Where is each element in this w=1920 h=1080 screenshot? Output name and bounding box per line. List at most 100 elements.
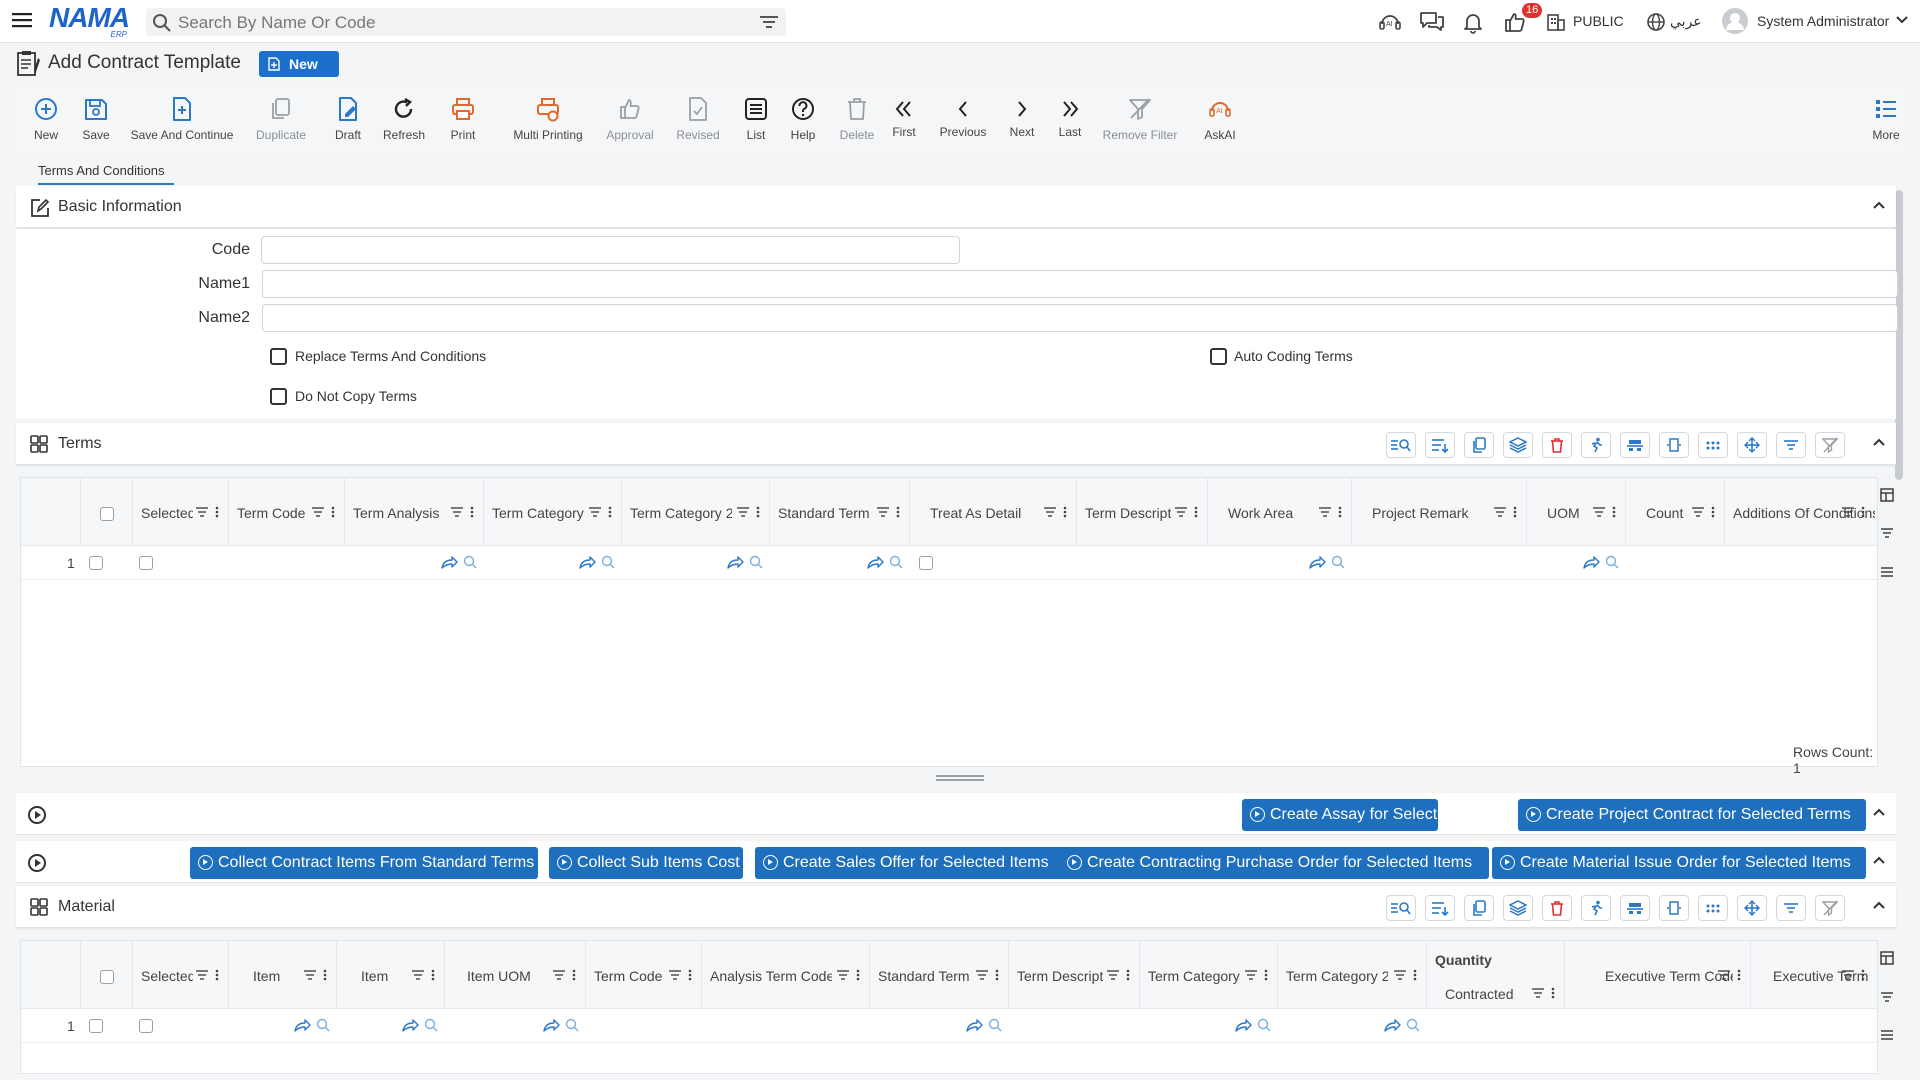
- name2-input[interactable]: [262, 304, 1898, 332]
- column-filter-icon[interactable]: [1493, 506, 1507, 518]
- search-input[interactable]: Search By Name Or Code: [178, 13, 375, 33]
- column-filter-icon[interactable]: [303, 969, 317, 981]
- previous-button[interactable]: Previous: [934, 86, 992, 152]
- delete-rows-icon[interactable]: [1542, 895, 1572, 921]
- column-header[interactable]: Term Category 2: [1278, 941, 1427, 1009]
- column-filter-icon[interactable]: [1592, 506, 1606, 518]
- column-menu-icon[interactable]: [688, 969, 692, 981]
- treat-as-detail-checkbox[interactable]: [919, 556, 933, 570]
- avatar[interactable]: [1721, 7, 1749, 35]
- selected-cell-checkbox[interactable]: [139, 556, 153, 570]
- copy-rows-icon[interactable]: [1464, 895, 1494, 921]
- collect-contract-items-button[interactable]: Collect Contract Items From Standard Ter…: [190, 847, 538, 879]
- lookup-link-icon[interactable]: [866, 555, 906, 571]
- column-header[interactable]: Standard Term: [870, 941, 1009, 1009]
- column-filter-icon[interactable]: [1717, 969, 1731, 981]
- column-header[interactable]: Term Analysis: [345, 478, 484, 546]
- column-header[interactable]: Item: [337, 941, 445, 1009]
- column-filter-icon[interactable]: [450, 506, 464, 518]
- column-filter-icon[interactable]: [1174, 506, 1188, 518]
- grid-menu-icon[interactable]: [1880, 1029, 1894, 1041]
- column-filter-icon[interactable]: [1841, 506, 1855, 518]
- column-menu-icon[interactable]: [470, 506, 474, 518]
- column-menu-icon[interactable]: [856, 969, 860, 981]
- column-filter-icon[interactable]: [975, 969, 989, 981]
- draft-button[interactable]: Draft: [328, 86, 368, 152]
- lookup-link-icon[interactable]: [293, 1018, 333, 1034]
- search-grid-icon[interactable]: [1386, 432, 1416, 458]
- chat-icon[interactable]: [1419, 10, 1445, 34]
- column-header[interactable]: Count: [1626, 478, 1725, 546]
- tab-terms-and-conditions[interactable]: Terms And Conditions: [38, 163, 164, 178]
- panel-splitter[interactable]: [936, 775, 984, 781]
- vertical-scrollbar[interactable]: [1895, 190, 1903, 480]
- column-menu-icon[interactable]: [1711, 506, 1715, 518]
- clear-filter-icon[interactable]: [1815, 895, 1845, 921]
- column-filter-icon[interactable]: [668, 969, 682, 981]
- lookup-link-icon[interactable]: [401, 1018, 441, 1034]
- merge-icon[interactable]: [1620, 895, 1650, 921]
- lookup-link-icon[interactable]: [440, 555, 480, 571]
- collapse-icon[interactable]: [1872, 900, 1886, 910]
- basic-information-header[interactable]: Basic Information: [16, 186, 1896, 228]
- column-header[interactable]: Term Code: [229, 478, 345, 546]
- name1-input[interactable]: [262, 270, 1898, 298]
- chevron-down-icon[interactable]: [1895, 15, 1909, 39]
- column-header[interactable]: UOM: [1527, 478, 1626, 546]
- column-menu-icon[interactable]: [896, 506, 900, 518]
- list-button[interactable]: List: [729, 86, 783, 152]
- lookup-link-icon[interactable]: [1234, 1018, 1274, 1034]
- column-header[interactable]: Selected: [133, 478, 229, 546]
- collapse-icon[interactable]: [1872, 807, 1886, 817]
- help-button[interactable]: Help: [783, 86, 823, 152]
- askai-button[interactable]: AI AskAI: [1194, 86, 1246, 152]
- grid-filter-icon[interactable]: [1880, 527, 1894, 539]
- dots-grid-icon[interactable]: [1698, 432, 1728, 458]
- quantity-group-header[interactable]: Quantity Contracted: [1427, 941, 1565, 1009]
- column-header[interactable]: Standard Term: [770, 478, 910, 546]
- delete-button[interactable]: Delete: [830, 86, 884, 152]
- column-filter-icon[interactable]: [1318, 506, 1332, 518]
- column-header[interactable]: Term Description: [1009, 941, 1140, 1009]
- grid-menu-icon[interactable]: [1880, 566, 1894, 578]
- column-menu-icon[interactable]: [756, 506, 760, 518]
- column-menu-icon[interactable]: [431, 969, 435, 981]
- run-icon[interactable]: [1581, 895, 1611, 921]
- grid-filter-icon[interactable]: [1880, 991, 1894, 1003]
- more-button[interactable]: More: [1866, 86, 1906, 152]
- remove-filter-button[interactable]: Remove Filter: [1094, 86, 1186, 152]
- column-menu-icon[interactable]: [1861, 506, 1865, 518]
- search-grid-icon[interactable]: [1386, 895, 1416, 921]
- column-menu-icon[interactable]: [572, 969, 576, 981]
- column-filter-icon[interactable]: [311, 506, 325, 518]
- globe-icon[interactable]: [1646, 12, 1666, 36]
- column-filter-icon[interactable]: [552, 969, 566, 981]
- lookup-link-icon[interactable]: [1582, 555, 1622, 571]
- column-filter-icon[interactable]: [195, 506, 209, 518]
- column-menu-icon[interactable]: [1194, 506, 1198, 518]
- create-material-issue-button[interactable]: Create Material Issue Order for Selected…: [1492, 847, 1866, 879]
- column-header[interactable]: Project Remark: [1352, 478, 1527, 546]
- column-menu-icon[interactable]: [1513, 506, 1517, 518]
- column-header[interactable]: Term Category 2: [622, 478, 770, 546]
- save-button[interactable]: Save: [71, 86, 121, 152]
- run-icon[interactable]: [1581, 432, 1611, 458]
- column-filter-icon[interactable]: [1043, 506, 1057, 518]
- move-icon[interactable]: [1737, 432, 1767, 458]
- fit-columns-icon[interactable]: [1659, 432, 1689, 458]
- lookup-link-icon[interactable]: [965, 1018, 1005, 1034]
- hamburger-menu-icon[interactable]: [12, 10, 36, 32]
- column-menu-icon[interactable]: [1338, 506, 1342, 518]
- refresh-button[interactable]: Refresh: [379, 86, 429, 152]
- column-header[interactable]: Term Category: [484, 478, 622, 546]
- language-switch[interactable]: عربي: [1670, 13, 1702, 30]
- create-purchase-order-button[interactable]: Create Contracting Purchase Order for Se…: [1059, 847, 1489, 879]
- ai-assistant-icon[interactable]: AI: [1378, 10, 1404, 34]
- create-project-contract-button[interactable]: Create Project Contract for Selected Ter…: [1518, 799, 1866, 831]
- column-header[interactable]: Treat As Detail: [910, 478, 1077, 546]
- column-menu-icon[interactable]: [215, 506, 219, 518]
- column-menu-icon[interactable]: [1126, 969, 1130, 981]
- play-icon[interactable]: [28, 806, 46, 824]
- column-header[interactable]: Analysis Term Code: [702, 941, 870, 1009]
- column-header[interactable]: Selected: [133, 941, 229, 1009]
